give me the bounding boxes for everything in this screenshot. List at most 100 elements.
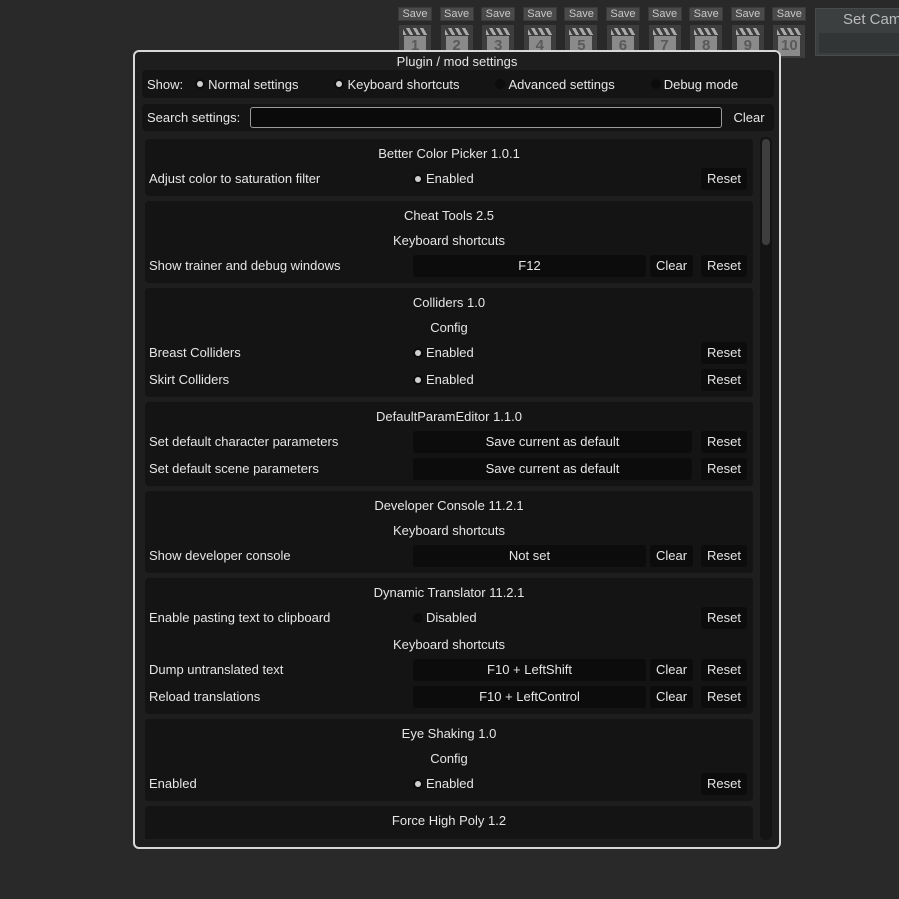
radio-icon[interactable] <box>195 79 206 89</box>
search-input[interactable] <box>250 107 722 128</box>
save-default-button[interactable]: Save current as default <box>413 431 692 453</box>
toggle-label: Enabled <box>426 776 474 791</box>
category-header: Keyboard shortcuts <box>392 523 505 538</box>
show-option[interactable]: Debug mode <box>650 76 739 92</box>
setting-toggle[interactable]: Enabled <box>413 372 474 387</box>
reset-button[interactable]: Reset <box>701 607 747 629</box>
show-option[interactable]: Normal settings <box>195 77 298 92</box>
setting-label: Enable pasting text to clipboard <box>149 610 331 625</box>
plugin-settings-window: Plugin / mod settings Show: Normal setti… <box>133 50 781 849</box>
toggle-icon[interactable] <box>413 612 423 623</box>
keybind-button[interactable]: F10 + LeftControl <box>413 686 646 708</box>
plugin-section: DefaultParamEditor 1.1.0 Set default char… <box>145 402 753 486</box>
plugin-section: Dynamic Translator 11.2.1 Enable pasting … <box>145 578 753 714</box>
setting-row: Dump untranslated text F10 + LeftShift Cle… <box>145 657 753 684</box>
set-camera-button[interactable]: Set Cam <box>815 8 899 56</box>
setting-label: Breast Colliders <box>149 345 241 360</box>
save-button[interactable]: Save <box>772 7 807 21</box>
search-clear-button[interactable]: Clear <box>728 107 770 129</box>
setting-label: Skirt Colliders <box>149 372 230 387</box>
plugin-title: Eye Shaking 1.0 <box>401 726 497 741</box>
clapper-stripes <box>652 28 677 35</box>
set-camera-label: Set Cam <box>843 11 899 28</box>
reset-button[interactable]: Reset <box>701 458 747 480</box>
clear-button[interactable]: Clear <box>650 545 693 567</box>
clear-button[interactable]: Clear <box>650 686 693 708</box>
show-filter-bar: Show: Normal settings Keyboard shortcuts A… <box>142 70 774 98</box>
category-header: Keyboard shortcuts <box>392 233 505 248</box>
clear-button[interactable]: Clear <box>650 255 693 277</box>
save-button[interactable]: Save <box>730 7 765 21</box>
toggle-label: Enabled <box>426 345 474 360</box>
set-camera-field[interactable] <box>819 33 899 53</box>
setting-toggle[interactable]: Disabled <box>413 610 477 625</box>
setting-label: Reload translations <box>149 689 261 704</box>
window-title[interactable]: Plugin / mod settings <box>135 53 779 70</box>
keybind-button[interactable]: F10 + LeftShift <box>413 659 646 681</box>
radio-icon[interactable] <box>650 79 661 89</box>
save-button[interactable]: Save <box>439 7 474 21</box>
setting-label: Show trainer and debug windows <box>149 258 341 273</box>
setting-toggle[interactable]: Enabled <box>413 776 474 791</box>
toggle-label: Disabled <box>426 610 477 625</box>
reset-button[interactable]: Reset <box>701 168 747 190</box>
reset-button[interactable]: Reset <box>701 369 747 391</box>
setting-row: Set default character parameters Save cur… <box>145 429 753 456</box>
setting-toggle[interactable]: Enabled <box>413 345 474 360</box>
show-option-label: Keyboard shortcuts <box>347 76 460 92</box>
clear-button[interactable]: Clear <box>650 659 693 681</box>
slot-number: 10 <box>778 36 801 56</box>
radio-icon[interactable] <box>495 79 506 89</box>
save-button[interactable]: Save <box>564 7 599 21</box>
setting-label: Set default character parameters <box>149 434 339 449</box>
clapper-stripes <box>403 28 427 35</box>
plugin-title: DefaultParamEditor 1.1.0 <box>376 409 522 424</box>
plugin-title: Developer Console 11.2.1 <box>374 498 524 513</box>
clapper-stripes <box>486 28 511 35</box>
setting-toggle[interactable]: Enabled <box>413 171 474 186</box>
reset-button[interactable]: Reset <box>701 659 747 681</box>
scrollbar-thumb[interactable] <box>762 139 770 245</box>
setting-label: Adjust color to saturation filter <box>149 171 321 186</box>
settings-list: Better Color Picker 1.0.1 Adjust color to… <box>145 139 753 839</box>
plugin-section: Better Color Picker 1.0.1 Adjust color to… <box>145 139 753 196</box>
radio-icon[interactable] <box>334 79 345 89</box>
plugin-section: Eye Shaking 1.0 Config Enabled Enabled Reset <box>145 719 753 801</box>
toggle-icon[interactable] <box>413 374 423 385</box>
scrollbar[interactable] <box>760 137 772 840</box>
reset-button[interactable]: Reset <box>701 431 747 453</box>
show-option[interactable]: Advanced settings <box>495 77 615 92</box>
save-button[interactable]: Save <box>647 7 682 21</box>
show-option-label: Debug mode <box>663 76 739 92</box>
plugin-section: Force High Poly 1.2 Settings <box>145 806 753 839</box>
reset-button[interactable]: Reset <box>701 342 747 364</box>
setting-label: Set default scene parameters <box>149 461 319 476</box>
plugin-title: Better Color Picker 1.0.1 <box>378 146 520 161</box>
reset-button[interactable]: Reset <box>701 773 747 795</box>
clapper-stripes <box>777 28 802 35</box>
toggle-icon[interactable] <box>413 347 423 358</box>
reset-button[interactable]: Reset <box>701 545 747 567</box>
toggle-icon[interactable] <box>413 173 423 184</box>
reset-button[interactable]: Reset <box>701 686 747 708</box>
toggle-label: Enabled <box>426 372 474 387</box>
show-option[interactable]: Keyboard shortcuts <box>334 77 459 92</box>
setting-row: Adjust color to saturation filter Enabled… <box>145 166 753 193</box>
save-button[interactable]: Save <box>522 7 557 21</box>
save-button[interactable]: Save <box>398 7 432 21</box>
toggle-icon[interactable] <box>413 778 423 789</box>
reset-button[interactable]: Reset <box>701 255 747 277</box>
save-button[interactable]: Save <box>689 7 724 21</box>
keybind-button[interactable]: Not set <box>413 545 646 567</box>
setting-row: Enable pasting text to clipboard Disabled… <box>145 605 753 632</box>
save-button[interactable]: Save <box>605 7 640 21</box>
setting-row: Skirt Colliders Enabled Reset <box>145 367 753 394</box>
save-default-button[interactable]: Save current as default <box>413 458 692 480</box>
show-label: Show: <box>147 76 184 92</box>
clapper-stripes <box>569 28 594 35</box>
keybind-button[interactable]: F12 <box>413 255 646 277</box>
setting-row: Show developer console Not set Clear Reset <box>145 543 753 570</box>
clapper-stripes <box>735 28 760 35</box>
clapper-stripes <box>444 28 469 35</box>
save-button[interactable]: Save <box>481 7 516 21</box>
